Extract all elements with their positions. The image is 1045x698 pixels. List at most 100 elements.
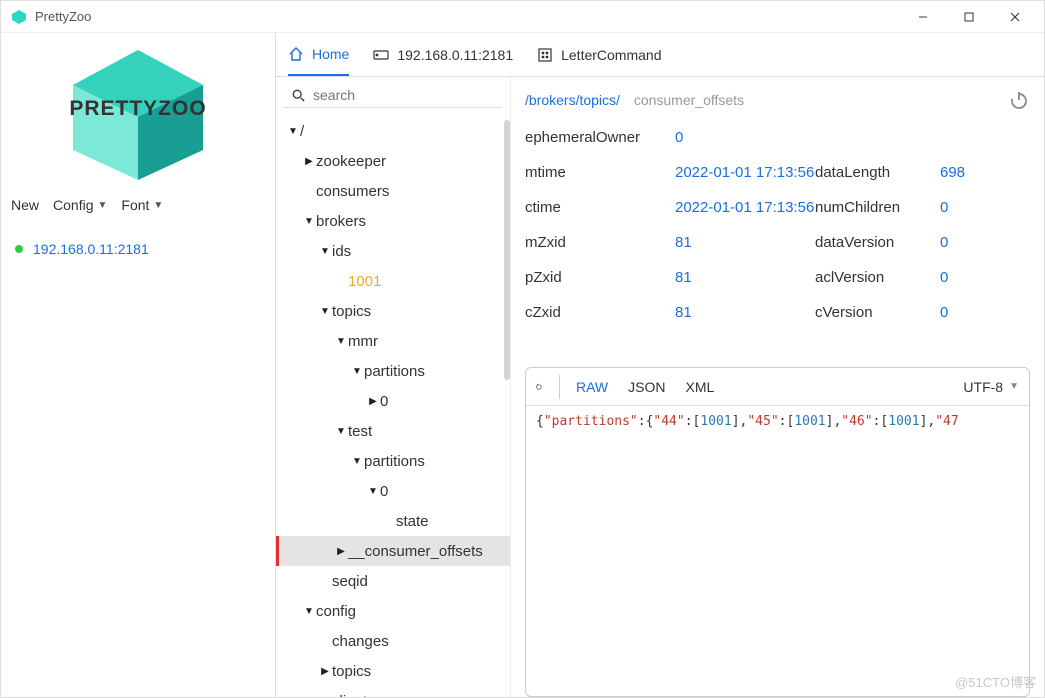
chevron-down-icon: ▼ — [153, 200, 163, 211]
search-input[interactable] — [313, 87, 494, 103]
server-item[interactable]: 192.168.0.11:2181 — [9, 237, 267, 261]
chevron-down-icon: ▼ — [1009, 381, 1019, 392]
scrollbar[interactable] — [504, 120, 510, 380]
expand-arrow-icon[interactable]: ▼ — [318, 246, 332, 257]
data-tab-raw[interactable]: RAW — [576, 379, 608, 395]
expand-arrow-icon[interactable]: ▶ — [366, 396, 380, 407]
tree-node[interactable]: ▼ 0 — [276, 476, 510, 506]
tree-node[interactable]: ▶ __consumer_offsets — [276, 536, 510, 566]
expand-arrow-icon[interactable]: ▼ — [350, 366, 364, 377]
close-button[interactable] — [992, 1, 1038, 33]
tab-connection[interactable]: 192.168.0.11:2181 — [373, 33, 513, 76]
tree-node[interactable]: seqid — [276, 566, 510, 596]
tree-node[interactable]: ▼ partitions — [276, 356, 510, 386]
tree-node[interactable]: consumers — [276, 176, 510, 206]
expand-arrow-icon[interactable]: ▼ — [350, 456, 364, 467]
tree-node-label: ids — [332, 243, 351, 260]
tree-node-label: seqid — [332, 573, 368, 590]
tree-node[interactable]: ▶ zookeeper — [276, 146, 510, 176]
tree-node-label: partitions — [364, 453, 425, 470]
home-icon — [288, 46, 304, 62]
tree-node[interactable]: ▼ ids — [276, 236, 510, 266]
tree-node[interactable]: state — [276, 506, 510, 536]
tree-node-label: consumers — [316, 183, 389, 200]
sidebar-menu: New Config▼ Font▼ — [1, 189, 275, 227]
tree-node[interactable]: ▼ test — [276, 416, 510, 446]
tree-node-label: 1001 — [348, 273, 381, 290]
stat-key: ctime — [525, 199, 665, 216]
data-tab-json[interactable]: JSON — [628, 379, 665, 395]
stat-key: dataVersion — [815, 234, 930, 251]
tree-node[interactable]: ▼ mmr — [276, 326, 510, 356]
tree-node[interactable]: ▼ / — [276, 116, 510, 146]
refresh-icon[interactable] — [536, 375, 560, 399]
stat-key: pZxid — [525, 269, 665, 286]
tab-home[interactable]: Home — [288, 33, 349, 76]
tree-node[interactable]: ▼ topics — [276, 296, 510, 326]
data-body[interactable]: {"partitions":{"44":[1001],"45":[1001],"… — [526, 406, 1029, 696]
tree-node[interactable]: ▼ brokers — [276, 206, 510, 236]
expand-arrow-icon[interactable]: ▶ — [318, 666, 332, 677]
tree-node-label: state — [396, 513, 429, 530]
stat-key: ephemeralOwner — [525, 129, 665, 146]
stat-key: numChildren — [815, 199, 930, 216]
window: PrettyZoo PRETTYZOO New Co — [0, 0, 1045, 698]
data-tabs: RAW JSON XML UTF-8▼ — [526, 368, 1029, 406]
stat-val: 81 — [675, 304, 805, 321]
data-tab-xml[interactable]: XML — [686, 379, 715, 395]
main-tabs: Home 192.168.0.11:2181 LetterCommand — [276, 33, 1044, 77]
tree-node[interactable]: clients — [276, 686, 510, 697]
stat-val: 0 — [940, 269, 1000, 286]
stat-key: cZxid — [525, 304, 665, 321]
tab-letter-command[interactable]: LetterCommand — [537, 33, 661, 76]
expand-arrow-icon[interactable]: ▼ — [334, 336, 348, 347]
brand-logo: PRETTYZOO — [1, 33, 275, 189]
encoding-select[interactable]: UTF-8▼ — [963, 379, 1019, 395]
expand-arrow-icon[interactable]: ▼ — [302, 606, 316, 617]
menu-config[interactable]: Config▼ — [53, 197, 107, 213]
expand-arrow-icon[interactable]: ▶ — [334, 546, 348, 557]
maximize-button[interactable] — [946, 1, 992, 33]
tree-node[interactable]: ▼ config — [276, 596, 510, 626]
stat-key: aclVersion — [815, 269, 930, 286]
stat-val: 0 — [940, 234, 1000, 251]
expand-arrow-icon[interactable]: ▶ — [302, 156, 316, 167]
minimize-button[interactable] — [900, 1, 946, 33]
main: Home 192.168.0.11:2181 LetterCommand — [276, 33, 1044, 697]
detail-panel: /brokers/topics/ consumer_offsets epheme… — [511, 77, 1044, 697]
node-tree[interactable]: ▼ /▶ zookeeper consumers▼ brokers▼ ids 1… — [276, 114, 510, 697]
tree-node-label: config — [316, 603, 356, 620]
menu-font[interactable]: Font▼ — [121, 197, 163, 213]
stat-val: 698 — [940, 164, 1000, 181]
stat-val: 81 — [675, 269, 805, 286]
tree-node-label: __consumer_offsets — [348, 543, 483, 560]
expand-arrow-icon[interactable]: ▼ — [286, 126, 300, 137]
tree-node[interactable]: ▼ partitions — [276, 446, 510, 476]
stat-key: mZxid — [525, 234, 665, 251]
tree-node-label: changes — [332, 633, 389, 650]
brand-name: PRETTYZOO — [43, 97, 233, 121]
window-title: PrettyZoo — [35, 9, 91, 24]
path-row: /brokers/topics/ consumer_offsets — [511, 77, 1044, 123]
tree-node[interactable]: ▶ 0 — [276, 386, 510, 416]
expand-arrow-icon[interactable]: ▼ — [366, 486, 380, 497]
tree-node[interactable]: ▶ topics — [276, 656, 510, 686]
node-stats: ephemeralOwner 0 mtime 2022-01-01 17:13:56… — [511, 123, 1044, 339]
menu-new[interactable]: New — [11, 197, 39, 213]
stat-val: 0 — [675, 129, 805, 146]
expand-arrow-icon[interactable]: ▼ — [302, 216, 316, 227]
server-address: 192.168.0.11:2181 — [33, 241, 149, 257]
expand-arrow-icon[interactable]: ▼ — [318, 306, 332, 317]
tree-node-label: zookeeper — [316, 153, 386, 170]
expand-arrow-icon[interactable]: ▼ — [334, 426, 348, 437]
power-icon[interactable] — [1008, 89, 1030, 111]
command-icon — [537, 47, 553, 63]
stat-key: mtime — [525, 164, 665, 181]
search-icon — [292, 88, 305, 103]
stat-key: dataLength — [815, 164, 930, 181]
stat-val: 2022-01-01 17:13:56 — [675, 199, 805, 216]
tree-node[interactable]: changes — [276, 626, 510, 656]
server-list: 192.168.0.11:2181 — [1, 227, 275, 271]
tree-node[interactable]: 1001 — [276, 266, 510, 296]
chevron-down-icon: ▼ — [97, 200, 107, 211]
